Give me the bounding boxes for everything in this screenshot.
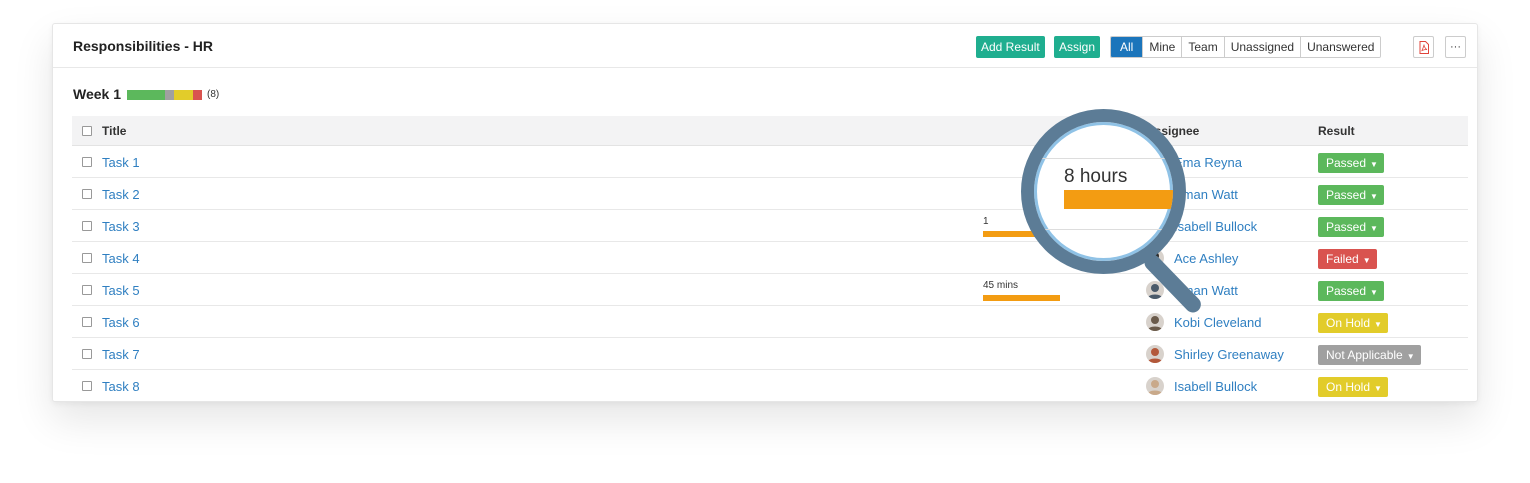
avatar <box>1146 185 1164 203</box>
task-title-link[interactable]: Task 2 <box>102 187 140 202</box>
more-icon: ··· <box>1450 41 1461 53</box>
result-dropdown[interactable]: Passed ▼ <box>1318 281 1384 301</box>
table-row: Task 1 Ema Reyna Passed ▼ <box>72 146 1468 178</box>
caret-down-icon: ▼ <box>1370 160 1378 169</box>
assignee-link[interactable]: Aman Watt <box>1174 187 1238 202</box>
table-row: Task 3 1 Isabell Bullock Passed ▼ <box>72 210 1468 242</box>
result-label: Passed <box>1326 156 1367 170</box>
avatar <box>1146 281 1164 299</box>
table-row: Task 2 Aman Watt Passed ▼ <box>72 178 1468 210</box>
avatar <box>1146 249 1164 267</box>
result-dropdown[interactable]: Failed ▼ <box>1318 249 1377 269</box>
week-title: Week 1 <box>73 86 121 102</box>
assignee-link[interactable]: Shirley Greenaway <box>1174 347 1284 362</box>
task-title-link[interactable]: Task 4 <box>102 251 140 266</box>
table-row: Task 8 Isabell Bullock On Hold ▼ <box>72 370 1468 401</box>
caret-down-icon: ▼ <box>1370 288 1378 297</box>
avatar <box>1146 377 1164 395</box>
filter-team-button[interactable]: Team <box>1181 37 1224 57</box>
assignee-link[interactable]: Isabell Bullock <box>1174 219 1257 234</box>
result-dropdown[interactable]: Passed ▼ <box>1318 217 1384 237</box>
week-progress-segment <box>127 90 165 100</box>
responsibilities-panel: Responsibilities - HR Add Result Assign … <box>52 23 1478 402</box>
result-label: Passed <box>1326 220 1367 234</box>
avatar <box>1146 345 1164 363</box>
task-title-link[interactable]: Task 3 <box>102 219 140 234</box>
add-result-button[interactable]: Add Result <box>976 36 1045 58</box>
time-spent-bar <box>983 295 1060 301</box>
filter-mine-button[interactable]: Mine <box>1142 37 1182 57</box>
result-label: On Hold <box>1326 316 1371 330</box>
filter-all-button[interactable]: All <box>1111 37 1143 57</box>
assignee-column-header: Assignee <box>1146 124 1200 138</box>
row-checkbox[interactable] <box>82 317 92 327</box>
result-dropdown[interactable]: Passed ▼ <box>1318 153 1384 173</box>
more-options-button[interactable]: ··· <box>1445 36 1466 58</box>
avatar <box>1146 217 1164 235</box>
task-title-link[interactable]: Task 5 <box>102 283 140 298</box>
pdf-icon <box>1419 40 1429 54</box>
time-spent-label: 1 <box>983 216 989 227</box>
assignee-link[interactable]: Kobi Cleveland <box>1174 315 1261 330</box>
assignee-link[interactable]: Ace Ashley <box>1174 251 1238 266</box>
row-checkbox[interactable] <box>82 349 92 359</box>
assignee-link[interactable]: Isabell Bullock <box>1174 379 1257 394</box>
title-column-header: Title <box>102 124 127 138</box>
result-dropdown[interactable]: On Hold ▼ <box>1318 313 1388 333</box>
caret-down-icon: ▼ <box>1362 256 1371 265</box>
caret-down-icon: ▼ <box>1374 320 1382 329</box>
task-title-link[interactable]: Task 1 <box>102 155 140 170</box>
row-checkbox[interactable] <box>82 253 92 263</box>
result-dropdown[interactable]: On Hold ▼ <box>1318 377 1388 397</box>
week-progress-bar <box>127 90 202 100</box>
panel-header: Responsibilities - HR Add Result Assign … <box>53 24 1477 68</box>
row-checkbox[interactable] <box>82 189 92 199</box>
week-progress-segment <box>173 90 193 100</box>
row-checkbox[interactable] <box>82 157 92 167</box>
table-row: Task 7 Shirley Greenaway Not Applicable ▼ <box>72 338 1468 370</box>
table-row: Task 4 Ace Ashley Failed ▼ <box>72 242 1468 274</box>
panel-title: Responsibilities - HR <box>73 38 214 54</box>
assign-button[interactable]: Assign <box>1054 36 1101 58</box>
week-progress-segment <box>164 90 174 100</box>
result-column-header: Result <box>1318 124 1355 138</box>
avatar <box>1146 153 1164 171</box>
filter-unassigned-button[interactable]: Unassigned <box>1223 37 1301 57</box>
assignee-link[interactable]: Ema Reyna <box>1174 155 1242 170</box>
result-label: On Hold <box>1326 380 1371 394</box>
result-label: Not Applicable <box>1326 348 1403 362</box>
filter-unanswered-button[interactable]: Unanswered <box>1300 37 1381 57</box>
result-dropdown[interactable]: Passed ▼ <box>1318 185 1384 205</box>
row-checkbox[interactable] <box>82 285 92 295</box>
table-row: Task 6 Kobi Cleveland On Hold ▼ <box>72 306 1468 338</box>
select-all-checkbox[interactable] <box>82 126 92 136</box>
week-task-count: (8) <box>207 89 220 100</box>
caret-down-icon: ▼ <box>1370 192 1378 201</box>
row-checkbox[interactable] <box>82 381 92 391</box>
task-title-link[interactable]: Task 6 <box>102 315 140 330</box>
task-title-link[interactable]: Task 7 <box>102 347 140 362</box>
result-label: Passed <box>1326 188 1367 202</box>
time-spent-label: 45 mins <box>983 280 1019 291</box>
row-checkbox[interactable] <box>82 221 92 231</box>
time-spent-bar <box>983 231 1039 237</box>
table-header: Title Assignee Result <box>72 116 1468 146</box>
assignee-link[interactable]: Aman Watt <box>1174 283 1238 298</box>
caret-down-icon: ▼ <box>1370 224 1378 233</box>
avatar <box>1146 313 1164 331</box>
result-dropdown[interactable]: Not Applicable ▼ <box>1318 345 1421 365</box>
week-progress-segment <box>192 90 202 100</box>
pdf-export-button[interactable] <box>1413 36 1434 58</box>
caret-down-icon: ▼ <box>1406 352 1415 361</box>
caret-down-icon: ▼ <box>1374 384 1382 393</box>
filter-group: All Mine Team Unassigned Unanswered <box>1110 36 1382 58</box>
result-label: Passed <box>1326 284 1367 298</box>
table-row: Task 5 45 mins Aman Watt Passed ▼ <box>72 274 1468 306</box>
task-title-link[interactable]: Task 8 <box>102 379 140 394</box>
result-label: Failed <box>1326 252 1359 266</box>
